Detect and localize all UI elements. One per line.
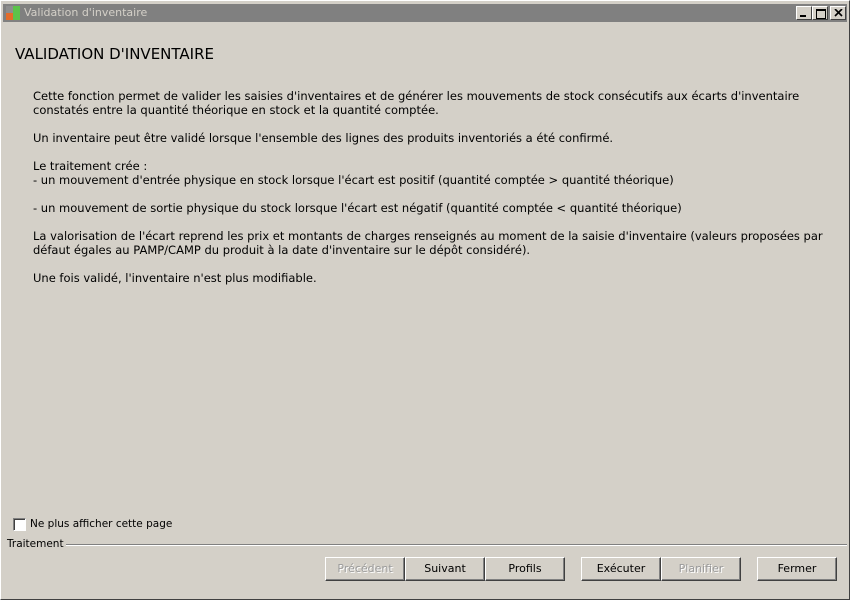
close-window-button[interactable] [830,6,846,20]
description-paragraph: La valorisation de l'écart reprend les p… [33,229,823,257]
description: Cette fonction permet de valider les sai… [33,89,823,299]
profiles-button[interactable]: Profils [485,557,565,581]
minimize-button[interactable] [796,6,812,20]
schedule-button[interactable]: Planifier [661,557,741,581]
description-paragraph: Une fois validé, l'inventaire n'est plus… [33,271,317,285]
page-title: VALIDATION D'INVENTAIRE [15,45,214,63]
title-bar[interactable]: Validation d'inventaire [3,4,847,22]
description-paragraph: Un inventaire peut être validé lorsque l… [33,131,614,145]
window-title: Validation d'inventaire [24,6,148,19]
execute-button[interactable]: Exécuter [581,557,661,581]
app-icon [6,6,20,20]
main-window: Validation d'inventaire VALIDATION D'INV… [0,0,850,600]
dont-show-again-label[interactable]: Ne plus afficher cette page [30,518,172,530]
previous-button[interactable]: Précédent [325,557,405,581]
section-divider [63,544,847,546]
description-paragraph: - un mouvement de sortie physique du sto… [33,201,682,215]
wizard-page: VALIDATION D'INVENTAIRE Cette fonction p… [1,23,849,599]
description-paragraph: - un mouvement d'entrée physique en stoc… [33,173,674,187]
dont-show-again-checkbox[interactable] [13,518,26,531]
close-button[interactable]: Fermer [757,557,837,581]
description-paragraph: Le traitement crée : [33,159,148,173]
maximize-button[interactable] [812,6,828,20]
description-paragraph: Cette fonction permet de valider les sai… [33,89,800,117]
next-button[interactable]: Suivant [405,557,485,581]
section-label: Traitement [7,538,66,550]
close-icon [834,9,843,17]
